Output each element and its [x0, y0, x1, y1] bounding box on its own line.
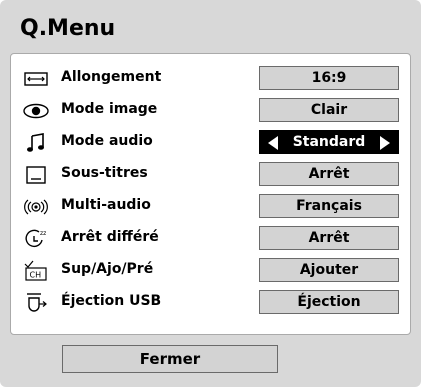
menu-row-arret-differe[interactable]: zz Arrêt différé Arrêt — [11, 226, 412, 252]
menu-item-value[interactable]: Arrêt — [259, 162, 399, 186]
menu-item-label: Arrêt différé — [61, 229, 159, 245]
menu-item-value[interactable]: Français — [259, 194, 399, 218]
menu-item-label: Allongement — [61, 69, 162, 85]
menu-row-multi-audio[interactable]: Multi-audio Français — [11, 194, 412, 220]
menu-row-sous-titres[interactable]: Sous-titres Arrêt — [11, 162, 412, 188]
qmenu-window: Q.Menu Allongement 16:9 Mode image Clair… — [0, 0, 421, 387]
menu-item-label: Sous-titres — [61, 165, 148, 181]
menu-item-label: Sup/Ajo/Pré — [61, 261, 154, 277]
menu-row-mode-image[interactable]: Mode image Clair — [11, 98, 412, 124]
value-text: Arrêt — [308, 166, 350, 182]
channel-icon: CH — [23, 260, 49, 282]
value-text: Éjection — [297, 294, 361, 310]
menu-item-value[interactable]: Clair — [259, 98, 399, 122]
value-text: 16:9 — [311, 70, 347, 86]
menu-row-mode-audio[interactable]: Mode audio Standard — [11, 130, 412, 156]
menu-item-label: Multi-audio — [61, 197, 151, 213]
eye-icon — [23, 100, 49, 122]
arrow-left-icon[interactable] — [268, 136, 278, 150]
sleep-timer-icon: zz — [23, 228, 49, 250]
menu-row-ejection-usb[interactable]: Éjection USB Éjection — [11, 290, 412, 316]
menu-title: Q.Menu — [20, 16, 116, 41]
value-text: Arrêt — [308, 230, 350, 246]
menu-item-value[interactable]: Arrêt — [259, 226, 399, 250]
menu-item-value[interactable]: Éjection — [259, 290, 399, 314]
multi-audio-icon — [23, 196, 49, 218]
music-note-icon — [23, 132, 49, 154]
menu-panel: Allongement 16:9 Mode image Clair Mode a… — [10, 53, 411, 335]
value-text: Ajouter — [299, 262, 359, 278]
menu-item-label: Mode image — [61, 101, 158, 117]
menu-item-value[interactable]: 16:9 — [259, 66, 399, 90]
menu-row-sup-ajo-pre[interactable]: CH Sup/Ajo/Pré Ajouter — [11, 258, 412, 284]
usb-eject-icon — [23, 292, 49, 314]
menu-item-label: Éjection USB — [61, 293, 162, 309]
svg-text:CH: CH — [30, 271, 42, 280]
menu-item-value-selected[interactable]: Standard — [259, 130, 399, 154]
menu-item-label: Mode audio — [61, 133, 153, 149]
close-button[interactable]: Fermer — [62, 345, 278, 373]
aspect-ratio-icon — [23, 68, 49, 90]
arrow-right-icon[interactable] — [380, 136, 390, 150]
value-text: Français — [296, 198, 362, 214]
value-text: Standard — [292, 134, 366, 150]
svg-text:zz: zz — [40, 230, 46, 237]
value-text: Clair — [310, 102, 348, 118]
menu-item-value[interactable]: Ajouter — [259, 258, 399, 282]
menu-row-allongement[interactable]: Allongement 16:9 — [11, 66, 412, 92]
subtitle-icon — [23, 164, 49, 186]
